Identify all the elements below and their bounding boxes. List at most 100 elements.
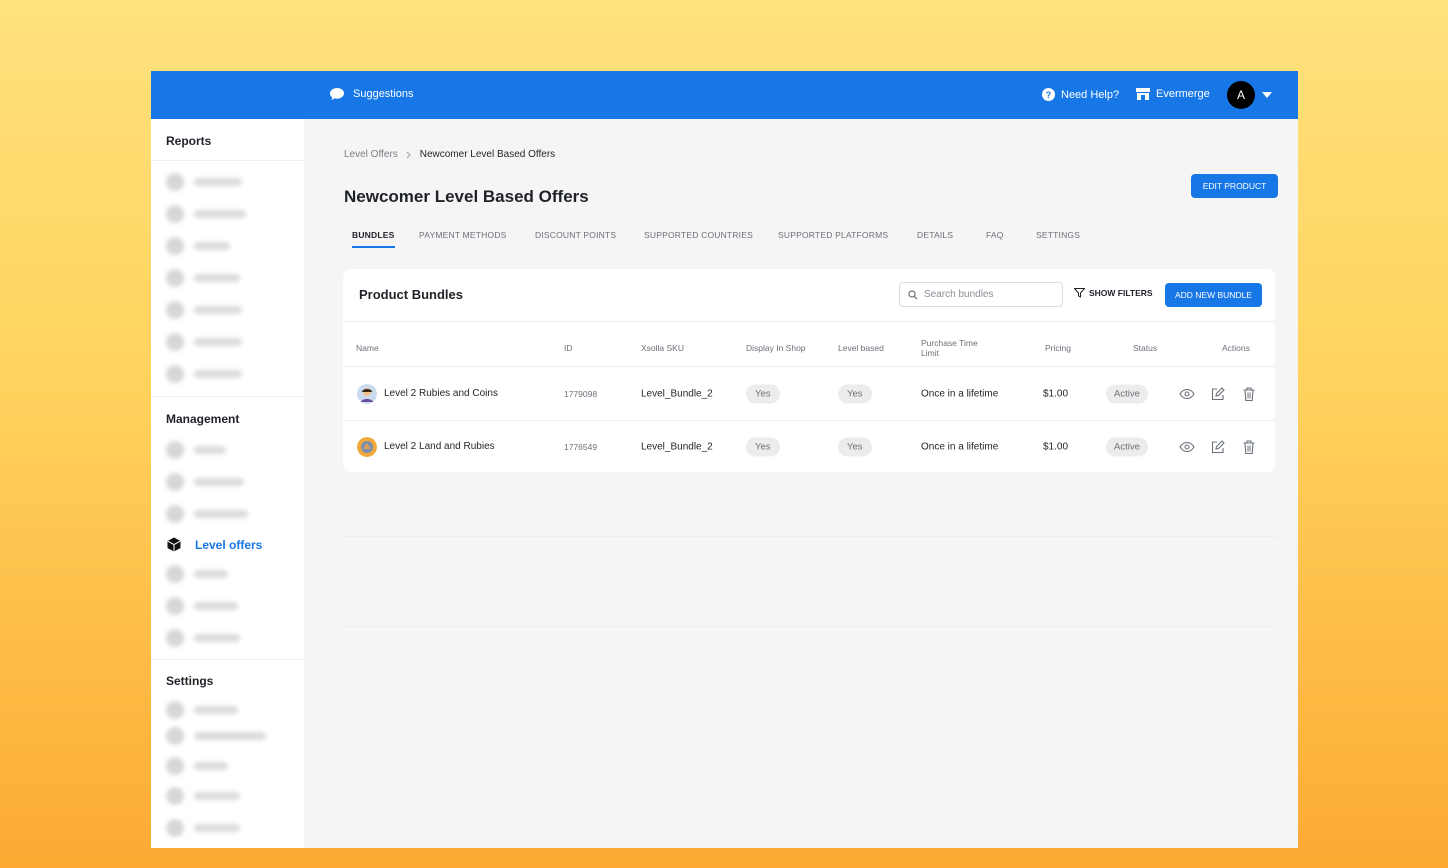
store-selector[interactable]: Evermerge (1136, 88, 1210, 100)
column-header-purchase-limit: Purchase Time Limit (921, 338, 978, 358)
eye-icon[interactable] (1179, 441, 1195, 452)
column-header-line: Limit (921, 348, 939, 358)
sidebar-item-blurred[interactable] (166, 629, 240, 647)
sidebar-item-blurred[interactable] (166, 333, 242, 351)
tab-settings[interactable]: SETTINGS (1036, 230, 1080, 240)
suggestions-label: Suggestions (353, 88, 414, 100)
product-sku: Level_Bundle_2 (641, 441, 713, 452)
status-cell: Active (1106, 384, 1148, 403)
column-header-id: ID (564, 343, 573, 353)
purchase-limit: Once in a lifetime (921, 388, 999, 399)
sidebar-item-blurred[interactable] (166, 597, 238, 615)
sidebar-item-blurred[interactable] (166, 237, 230, 255)
sidebar-item-blurred[interactable] (166, 269, 240, 287)
chevron-right-icon (406, 151, 411, 158)
placeholder-divider (344, 536, 1276, 537)
status-badge: Active (1106, 384, 1148, 403)
sidebar-item-blurred[interactable] (166, 473, 244, 491)
sidebar-item-blurred[interactable] (166, 757, 228, 775)
price: $1.00 (1043, 441, 1069, 452)
sidebar-divider (151, 659, 304, 660)
column-header-display-in-shop: Display In Shop (746, 343, 806, 353)
cube-icon (167, 537, 181, 552)
account-menu-caret-icon[interactable] (1262, 92, 1272, 98)
product-name: Level 2 Land and Rubies (384, 441, 495, 452)
card-divider (343, 321, 1275, 322)
sidebar-item-blurred[interactable] (166, 441, 226, 459)
sidebar-item-blurred[interactable] (166, 701, 238, 719)
column-header-pricing: Pricing (1045, 343, 1071, 353)
display-in-shop-cell: Yes (746, 437, 780, 456)
sidebar-item-blurred[interactable] (166, 565, 228, 583)
placeholder-divider (344, 626, 1276, 627)
suggestions-link[interactable]: Suggestions (329, 87, 414, 101)
search-input[interactable] (924, 289, 1054, 300)
sidebar-item-blurred[interactable] (166, 727, 266, 745)
show-filters-label: SHOW FILTERS (1089, 288, 1153, 298)
level-based-cell: Yes (838, 384, 872, 403)
sidebar-item-blurred[interactable] (166, 819, 240, 837)
search-icon (908, 289, 918, 299)
tab-details[interactable]: DETAILS (917, 230, 953, 240)
sidebar-divider (151, 396, 304, 397)
breadcrumb: Level Offers Newcomer Level Based Offers (344, 149, 555, 160)
tab-supported-platforms[interactable]: SUPPORTED PLATFORMS (778, 230, 888, 240)
display-in-shop-badge: Yes (746, 384, 780, 403)
column-header-level-based: Level based (838, 343, 884, 353)
level-based-cell: Yes (838, 437, 872, 456)
sidebar-item-blurred[interactable] (166, 205, 246, 223)
sidebar-item-blurred[interactable] (166, 365, 242, 383)
column-header-line: Purchase Time (921, 338, 978, 348)
sidebar-item-level-offers[interactable]: Level offers (167, 537, 262, 552)
eye-icon[interactable] (1179, 388, 1195, 399)
sidebar-item-blurred[interactable] (166, 787, 240, 805)
store-name: Evermerge (1156, 88, 1210, 100)
table-row[interactable]: Level 2 Land and Rubies 1776549 Level_Bu… (343, 420, 1275, 473)
need-help-link[interactable]: ? Need Help? (1042, 88, 1119, 101)
product-name-cell: Level 2 Rubies and Coins (357, 383, 498, 404)
sidebar: Reports Management Level offers Settings (151, 119, 304, 848)
product-name: Level 2 Rubies and Coins (384, 388, 498, 399)
product-name-cell: Level 2 Land and Rubies (357, 436, 495, 457)
sidebar-item-blurred[interactable] (166, 301, 242, 319)
sidebar-divider (151, 160, 304, 161)
product-id: 1779098 (564, 388, 598, 399)
tab-faq[interactable]: FAQ (986, 230, 1004, 240)
product-sku: Level_Bundle_2 (641, 388, 713, 399)
tab-bundles[interactable]: BUNDLES (352, 230, 395, 248)
help-icon: ? (1042, 88, 1055, 101)
tab-payment-methods[interactable]: PAYMENT METHODS (419, 230, 507, 240)
edit-product-button[interactable]: EDIT PRODUCT (1191, 174, 1278, 198)
column-header-name: Name (356, 343, 379, 353)
tab-supported-countries[interactable]: SUPPORTED COUNTRIES (644, 230, 753, 240)
main-content: Level Offers Newcomer Level Based Offers… (304, 119, 1298, 848)
app-window: Suggestions ? Need Help? Evermerge A Rep… (151, 71, 1298, 848)
breadcrumb-parent-link[interactable]: Level Offers (344, 149, 398, 160)
search-box[interactable] (899, 282, 1063, 307)
product-thumbnail (357, 383, 377, 404)
tab-discount-points[interactable]: DISCOUNT POINTS (535, 230, 616, 240)
edit-icon[interactable] (1211, 439, 1225, 454)
status-badge: Active (1106, 437, 1148, 456)
trash-icon[interactable] (1243, 386, 1255, 401)
product-id: 1776549 (564, 441, 598, 452)
display-in-shop-cell: Yes (746, 384, 780, 403)
top-bar: Suggestions ? Need Help? Evermerge A (151, 71, 1298, 119)
user-avatar[interactable]: A (1227, 81, 1255, 109)
store-icon (1136, 88, 1150, 100)
sidebar-item-blurred[interactable] (166, 173, 242, 191)
breadcrumb-current: Newcomer Level Based Offers (419, 149, 556, 160)
card-title: Product Bundles (359, 287, 464, 302)
table-row[interactable]: Level 2 Rubies and Coins 1779098 Level_B… (343, 367, 1275, 420)
trash-icon[interactable] (1243, 439, 1255, 454)
column-header-status: Status (1133, 343, 1158, 353)
add-new-bundle-button[interactable]: ADD NEW BUNDLE (1165, 283, 1262, 307)
sidebar-item-blurred[interactable] (166, 505, 248, 523)
price: $1.00 (1043, 388, 1069, 399)
edit-icon[interactable] (1211, 386, 1225, 401)
display-in-shop-badge: Yes (746, 437, 780, 456)
status-cell: Active (1106, 437, 1148, 456)
product-thumbnail (357, 436, 377, 457)
show-filters-button[interactable]: SHOW FILTERS (1074, 288, 1153, 298)
page-title: Newcomer Level Based Offers (344, 187, 589, 206)
